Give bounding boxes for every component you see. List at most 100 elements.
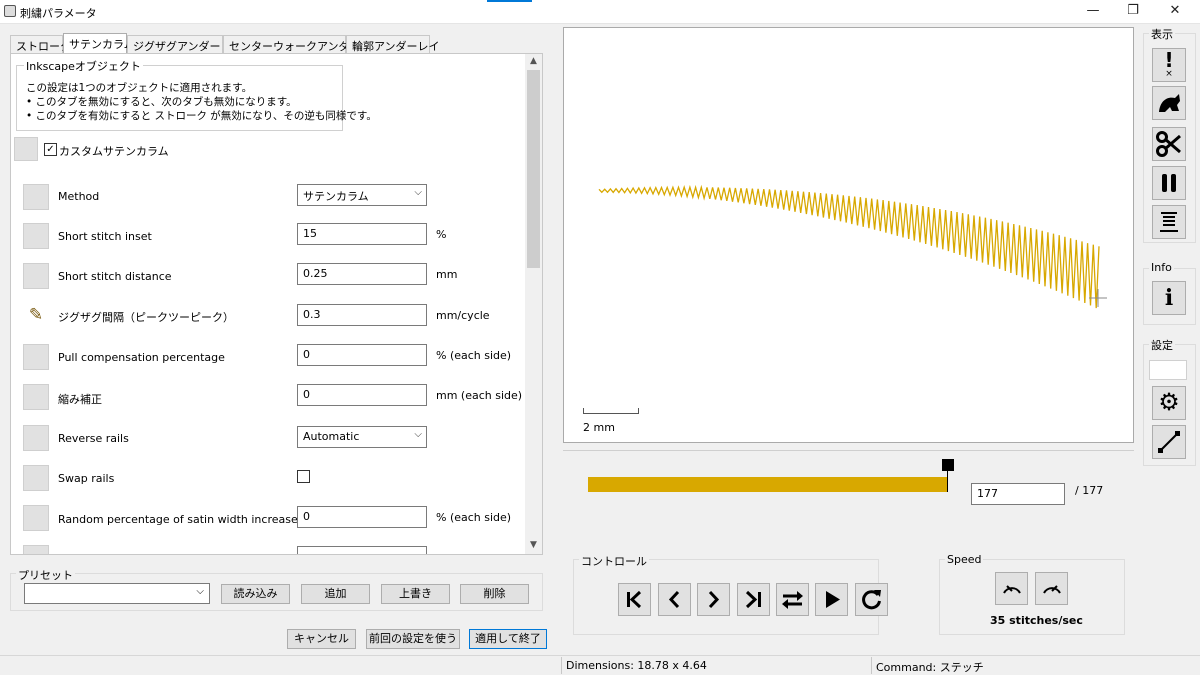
apply-quit-button[interactable]: 適用して終了 bbox=[469, 629, 547, 649]
stitch-progress-bar[interactable] bbox=[588, 477, 948, 492]
settings-title: 設定 bbox=[1149, 337, 1175, 353]
speed-up-icon[interactable] bbox=[1035, 572, 1068, 605]
scroll-up-icon[interactable]: ▲ bbox=[527, 56, 540, 68]
pencil-icon[interactable]: ✎ bbox=[23, 303, 49, 329]
param-toggle-short-inset[interactable] bbox=[23, 223, 49, 249]
last-icon[interactable] bbox=[737, 583, 770, 616]
stitch-number-input[interactable]: 177 bbox=[971, 483, 1065, 505]
custom-satin-checkbox[interactable]: ✓ bbox=[44, 143, 57, 156]
play-icon[interactable] bbox=[815, 583, 848, 616]
pull-comp-pct-unit: % (each side) bbox=[436, 349, 512, 362]
tab-satin-column[interactable]: サテンカラム bbox=[63, 33, 135, 55]
info-line-1: この設定は1つのオブジェクトに適用されます。 bbox=[26, 82, 253, 94]
scrollbar-thumb[interactable] bbox=[527, 70, 540, 268]
preset-overwrite-button[interactable]: 上書き bbox=[381, 584, 450, 604]
speed-value: 35 stitches/sec bbox=[990, 614, 1083, 627]
param-label-pull-comp: 縮み補正 bbox=[58, 393, 102, 406]
status-separator bbox=[871, 657, 872, 674]
random-width-input[interactable]: 0 bbox=[297, 506, 427, 528]
window-title: 刺繍パラメータ bbox=[20, 7, 97, 20]
zigzag-spacing-input[interactable]: 0.3 bbox=[297, 304, 427, 326]
param-label-short-distance: Short stitch distance bbox=[58, 270, 172, 283]
custom-satin-label: カスタムサテンカラム bbox=[59, 145, 169, 158]
jump-icon[interactable] bbox=[1152, 86, 1186, 120]
param-toggle-next[interactable] bbox=[23, 545, 49, 554]
param-toggle-short-distance[interactable] bbox=[23, 263, 49, 289]
stitch-preview-canvas[interactable]: 2 mm bbox=[563, 27, 1134, 443]
swap-icon[interactable] bbox=[776, 583, 809, 616]
param-toggle-pull-comp[interactable] bbox=[23, 384, 49, 410]
short-inset-input[interactable]: 15 bbox=[297, 223, 427, 245]
param-toggle-random-width[interactable] bbox=[23, 505, 49, 531]
maximize-button[interactable]: ❐ bbox=[1113, 0, 1153, 24]
preset-add-button[interactable]: 追加 bbox=[301, 584, 370, 604]
method-select-value: サテンカラム bbox=[303, 190, 369, 203]
scale-bar bbox=[583, 408, 639, 414]
preset-load-button[interactable]: 読み込み bbox=[221, 584, 290, 604]
resize-icon[interactable] bbox=[1152, 425, 1186, 459]
swap-rails-checkbox[interactable] bbox=[297, 470, 310, 483]
param-toggle-method[interactable] bbox=[23, 184, 49, 210]
scissors-icon[interactable] bbox=[1152, 127, 1186, 161]
next-icon[interactable] bbox=[697, 583, 730, 616]
first-icon[interactable] bbox=[618, 583, 651, 616]
pull-comp-input[interactable]: 0 bbox=[297, 384, 427, 406]
chevron-down-icon: ⌵ bbox=[196, 586, 204, 597]
app-icon bbox=[4, 5, 16, 17]
info-icon[interactable]: i bbox=[1152, 281, 1186, 315]
title-accent bbox=[487, 0, 532, 2]
short-distance-unit: mm bbox=[436, 268, 458, 281]
close-button[interactable]: ✕ bbox=[1155, 0, 1195, 24]
zigzag-spacing-unit: mm/cycle bbox=[436, 309, 490, 322]
param-toggle-pull-comp-pct[interactable] bbox=[23, 344, 49, 370]
status-dimensions: Dimensions: 18.78 x 4.64 bbox=[566, 659, 707, 672]
tab-stroke[interactable]: ストローク bbox=[10, 35, 71, 55]
param-label-reverse-rails: Reverse rails bbox=[58, 432, 129, 445]
param-label-short-inset: Short stitch inset bbox=[58, 230, 152, 243]
use-last-settings-button[interactable]: 前回の設定を使う bbox=[366, 629, 460, 649]
custom-satin-toggle[interactable] bbox=[14, 137, 38, 161]
slider-thumb[interactable] bbox=[942, 459, 954, 471]
display-title: 表示 bbox=[1149, 26, 1175, 42]
param-label-swap-rails: Swap rails bbox=[58, 472, 115, 485]
controls-title: コントロール bbox=[579, 553, 649, 569]
chevron-down-icon: ⌵ bbox=[414, 429, 422, 440]
tab-contour-underlay[interactable]: 輪郭アンダーレイ bbox=[346, 35, 440, 55]
gear-icon[interactable]: ⚙ bbox=[1152, 386, 1186, 420]
param-toggle-reverse-rails[interactable] bbox=[23, 425, 49, 451]
preset-combo[interactable]: ⌵ bbox=[24, 583, 210, 604]
param-toggle-swap-rails[interactable] bbox=[23, 465, 49, 491]
reverse-rails-select[interactable]: Automatic ⌵ bbox=[297, 426, 427, 448]
pull-comp-unit: mm (each side) bbox=[436, 389, 523, 402]
short-distance-input[interactable]: 0.25 bbox=[297, 263, 427, 285]
prev-icon[interactable] bbox=[658, 583, 691, 616]
tab-zigzag-underlay[interactable]: ジグザグアンダーレイ bbox=[127, 35, 243, 55]
reverse-rails-value: Automatic bbox=[303, 430, 360, 443]
cancel-button[interactable]: キャンセル bbox=[287, 629, 356, 649]
stop-icon[interactable] bbox=[1152, 205, 1186, 239]
preset-delete-button[interactable]: 削除 bbox=[460, 584, 529, 604]
method-select[interactable]: サテンカラム ⌵ bbox=[297, 184, 427, 206]
stitch-total: / 177 bbox=[1075, 484, 1104, 497]
satin-stitch-path bbox=[598, 184, 1100, 309]
preset-title: プリセット bbox=[16, 567, 75, 583]
param-label-pull-comp-pct: Pull compensation percentage bbox=[58, 351, 225, 364]
param-label-zigzag-spacing: ジグザグ間隔（ピークツーピーク） bbox=[58, 311, 234, 324]
minimize-button[interactable]: — bbox=[1073, 0, 1113, 24]
pause-icon[interactable] bbox=[1152, 166, 1186, 200]
status-separator bbox=[561, 657, 562, 674]
short-inset-unit: % bbox=[436, 228, 447, 241]
scroll-down-icon[interactable]: ▼ bbox=[527, 540, 540, 552]
restart-icon[interactable] bbox=[855, 583, 888, 616]
next-param-input[interactable] bbox=[297, 546, 427, 554]
param-label-method: Method bbox=[58, 190, 100, 203]
pull-comp-pct-input[interactable]: 0 bbox=[297, 344, 427, 366]
color-swatch[interactable] bbox=[1149, 360, 1187, 380]
chevron-down-icon: ⌵ bbox=[414, 187, 422, 198]
info-side-title: Info bbox=[1149, 261, 1174, 274]
speed-down-icon[interactable] bbox=[995, 572, 1028, 605]
param-label-random-width: Random percentage of satin width increas… bbox=[58, 513, 298, 526]
warning-icon[interactable]: ! × bbox=[1152, 48, 1186, 82]
tab-centerwalk-underlay[interactable]: センターウォークアンダーレイ bbox=[223, 35, 383, 55]
speed-title: Speed bbox=[945, 553, 984, 566]
